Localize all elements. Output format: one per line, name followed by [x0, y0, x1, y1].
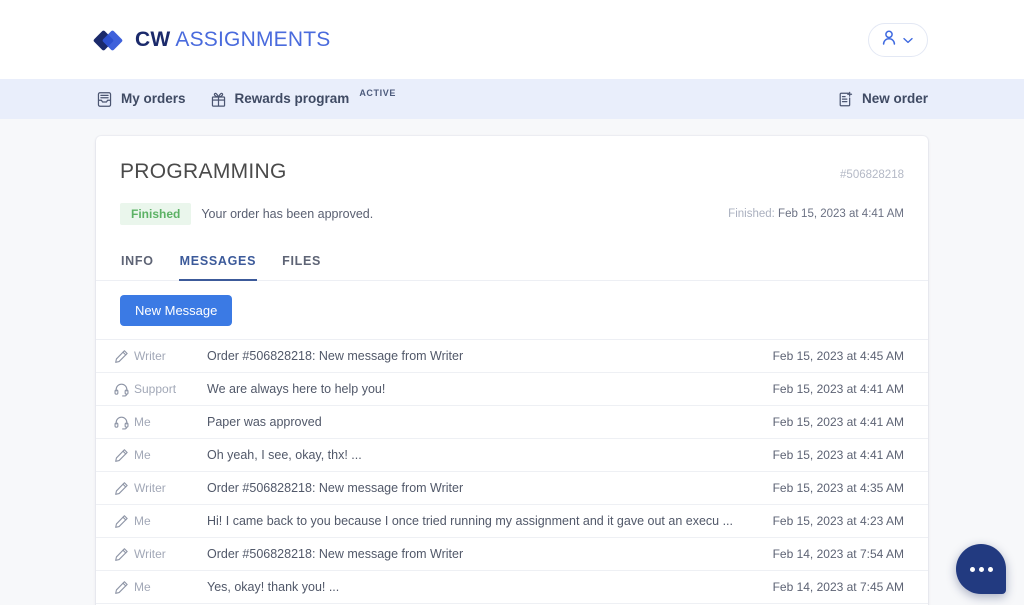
brand-logo-text: CW ASSIGNMENTS: [135, 28, 330, 52]
message-sender: Writer: [134, 481, 166, 495]
order-title-row: PROGRAMMING #506828218: [120, 160, 904, 184]
inbox-icon: [96, 90, 113, 108]
message-preview: Hi! I came back to you because I once tr…: [207, 514, 733, 528]
message-preview: Order #506828218: New message from Write…: [207, 349, 464, 363]
message-sender: Me: [134, 514, 151, 528]
message-preview: Yes, okay! thank you! ...: [207, 580, 340, 594]
order-card-header: PROGRAMMING #506828218 Finished Your ord…: [96, 136, 928, 225]
message-timestamp: Feb 15, 2023 at 4:41 AM: [772, 382, 904, 396]
finished-timestamp: Finished: Feb 15, 2023 at 4:41 AM: [728, 208, 904, 220]
message-row[interactable]: Writer Order #506828218: New message from…: [96, 472, 928, 505]
brand-logo-primary: CW: [135, 27, 171, 51]
order-number: #506828218: [840, 169, 904, 181]
message-row[interactable]: Me Yes, okay! thank you! ... Feb 14, 2023 …: [96, 571, 928, 604]
message-row[interactable]: Writer Order #506828218: New message from…: [96, 538, 928, 571]
fab-dot: [969, 566, 975, 572]
page-title: PROGRAMMING: [120, 160, 287, 183]
message-sender: Writer: [134, 547, 166, 561]
message-timestamp: Feb 14, 2023 at 7:45 AM: [772, 580, 904, 594]
message-sender: Me: [134, 580, 151, 594]
message-row[interactable]: Me Oh yeah, I see, okay, thx! ... Feb 15, …: [96, 439, 928, 472]
message-sender: Support: [134, 382, 177, 396]
message-row[interactable]: Writer Order #506828218: New message from…: [96, 340, 928, 373]
pencil-icon: [108, 448, 134, 463]
status-message: Your order has been approved.: [201, 207, 374, 221]
message-preview: Paper was approved: [207, 415, 322, 429]
tab-info[interactable]: INFO: [120, 245, 155, 281]
message-preview: We are always here to help you!: [207, 382, 386, 396]
message-timestamp: Feb 15, 2023 at 4:45 AM: [772, 349, 904, 363]
nav-item-rewards-program-label: Rewards program: [234, 91, 350, 106]
order-status-group: Finished Your order has been approved.: [120, 203, 373, 225]
pencil-icon: [108, 514, 134, 529]
messages-toolbar: New Message: [96, 281, 928, 339]
nav-item-new-order[interactable]: New order: [837, 90, 928, 108]
message-preview: Order #506828218: New message from Write…: [207, 481, 464, 495]
nav-rewards-active-badge: ACTIVE: [359, 88, 396, 98]
tab-files[interactable]: FILES: [281, 245, 322, 281]
chat-bubble-ellipsis-icon[interactable]: [956, 544, 1006, 594]
account-menu-button[interactable]: [868, 22, 928, 57]
message-row[interactable]: Me Hi! I came back to you because I once …: [96, 505, 928, 538]
message-timestamp: Feb 15, 2023 at 4:41 AM: [772, 448, 904, 462]
message-preview: Order #506828218: New message from Write…: [207, 547, 464, 561]
new-message-button[interactable]: New Message: [120, 295, 233, 326]
brand-logo-secondary: ASSIGNMENTS: [175, 27, 331, 51]
pencil-icon: [108, 547, 134, 562]
message-sender: Writer: [134, 349, 166, 363]
message-sender: Me: [134, 448, 151, 462]
headset-icon: [108, 382, 134, 397]
fab-dot: [987, 566, 993, 572]
message-preview: Oh yeah, I see, okay, thx! ...: [207, 448, 362, 462]
document-plus-icon: [837, 90, 854, 108]
messages-list: Writer Order #506828218: New message from…: [96, 339, 928, 605]
pencil-icon: [108, 481, 134, 496]
message-timestamp: Feb 15, 2023 at 4:23 AM: [772, 514, 904, 528]
tab-messages[interactable]: MESSAGES: [178, 245, 258, 281]
brand-logo[interactable]: CW ASSIGNMENTS: [92, 28, 330, 52]
message-row[interactable]: Me Paper was approved Feb 15, 2023 at 4:41…: [96, 406, 928, 439]
finished-date: Feb 15, 2023 at 4:41 AM: [778, 208, 904, 220]
nav-item-my-orders-label: My orders: [121, 91, 186, 106]
chevron-down-icon: [903, 31, 913, 49]
gift-icon: [210, 90, 227, 108]
main-navbar: My orders Rewards program ACTIVE New ord…: [0, 79, 1024, 119]
nav-item-rewards-program[interactable]: Rewards program ACTIVE: [210, 88, 396, 108]
order-tabs: INFO MESSAGES FILES: [96, 245, 928, 281]
nav-item-new-order-label: New order: [861, 91, 928, 106]
headset-icon: [108, 415, 134, 430]
pencil-icon: [108, 349, 134, 364]
navbar-left-group: My orders Rewards program ACTIVE: [96, 88, 396, 108]
message-row[interactable]: Support We are always here to help you! Fe…: [96, 373, 928, 406]
order-status-row: Finished Your order has been approved. F…: [120, 203, 904, 225]
finished-label: Finished:: [728, 208, 775, 220]
message-sender: Me: [134, 415, 151, 429]
page-body: PROGRAMMING #506828218 Finished Your ord…: [0, 119, 1024, 605]
message-timestamp: Feb 15, 2023 at 4:35 AM: [772, 481, 904, 495]
pencil-icon: [108, 580, 134, 595]
double-diamond-icon: [92, 29, 126, 51]
message-timestamp: Feb 14, 2023 at 7:54 AM: [772, 547, 904, 561]
status-badge: Finished: [120, 203, 192, 225]
top-header: CW ASSIGNMENTS: [0, 0, 1024, 79]
nav-item-my-orders[interactable]: My orders: [96, 90, 186, 108]
message-timestamp: Feb 15, 2023 at 4:41 AM: [772, 415, 904, 429]
order-card: PROGRAMMING #506828218 Finished Your ord…: [96, 136, 928, 605]
user-icon: [881, 29, 897, 51]
fab-dot: [978, 566, 984, 572]
